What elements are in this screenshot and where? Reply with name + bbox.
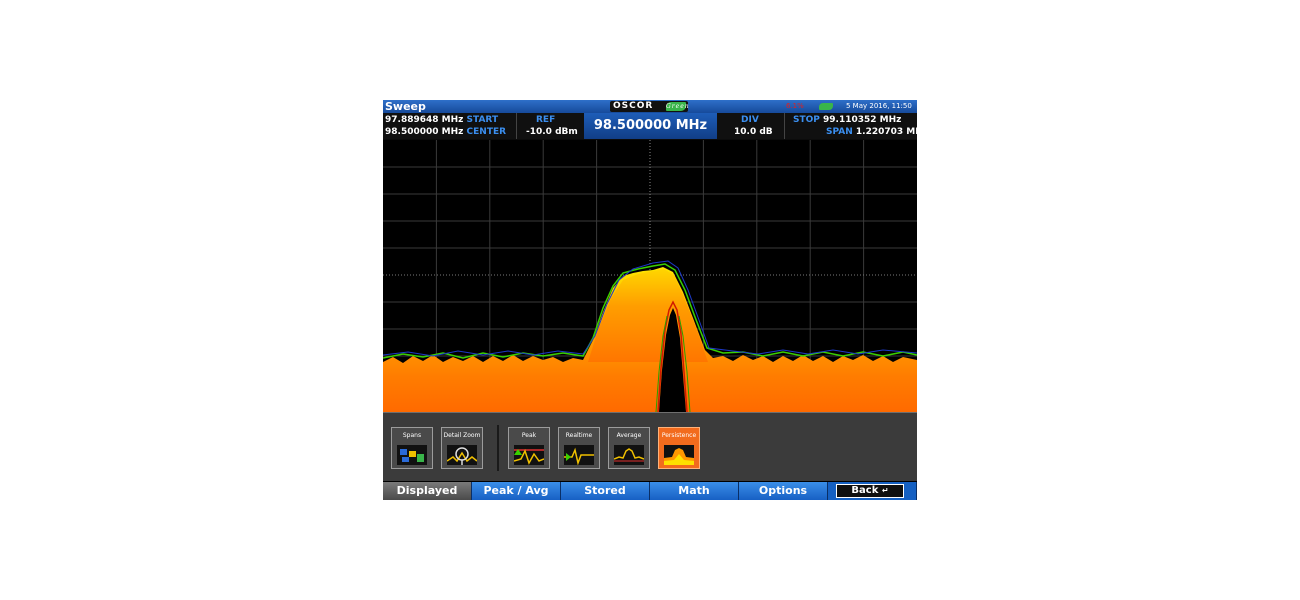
detail-zoom-tool[interactable]: Detail Zoom bbox=[441, 427, 483, 469]
status-indicator: 6.1% bbox=[786, 102, 804, 110]
ref-value[interactable]: -10.0 dBm bbox=[526, 126, 578, 138]
tool-divider bbox=[497, 425, 499, 471]
datetime: 5 May 2016, 11:50 bbox=[846, 102, 912, 110]
bottom-tab-bar: Displayed Peak / Avg Stored Math Options… bbox=[383, 481, 917, 500]
center-label: CENTER bbox=[466, 127, 507, 137]
stop-label: STOP bbox=[793, 115, 820, 125]
tab-math[interactable]: Math bbox=[650, 482, 739, 500]
frequency-info-bar: 97.889648 MHz START 98.500000 MHz CENTER… bbox=[383, 113, 917, 139]
ref-label: REF bbox=[536, 115, 556, 125]
average-label: Average bbox=[616, 432, 642, 439]
tab-stored[interactable]: Stored bbox=[561, 482, 650, 500]
divider bbox=[784, 113, 785, 139]
realtime-icon bbox=[564, 445, 594, 465]
logo-text: OSCOR bbox=[613, 101, 654, 111]
detail-zoom-label: Detail Zoom bbox=[443, 432, 481, 439]
spans-label: Spans bbox=[402, 432, 422, 439]
main-frequency[interactable]: 98.500000 MHz bbox=[584, 113, 717, 139]
center-value: 98.500000 MHz bbox=[385, 127, 464, 137]
tab-peak-avg[interactable]: Peak / Avg bbox=[472, 482, 561, 500]
span-readout[interactable]: SPAN 1.220703 MHz bbox=[826, 126, 917, 138]
spectrum-analyzer-screen: Sweep OSCOR Green 6.1% 5 May 2016, 11:50… bbox=[383, 100, 917, 500]
divider bbox=[516, 113, 517, 139]
tab-displayed[interactable]: Displayed bbox=[383, 482, 472, 500]
window-title: Sweep bbox=[385, 100, 426, 113]
logo-badge: Green bbox=[666, 102, 690, 111]
mini-leaf-icon bbox=[819, 103, 833, 110]
tab-options[interactable]: Options bbox=[739, 482, 828, 500]
average-tool[interactable]: Average bbox=[608, 427, 650, 469]
tool-panel: Spans Detail Zoom Peak Realtime Average … bbox=[383, 412, 917, 482]
title-bar: Sweep OSCOR Green 6.1% 5 May 2016, 11:50 bbox=[383, 100, 917, 113]
center-readout[interactable]: 98.500000 MHz CENTER bbox=[385, 126, 506, 138]
start-readout[interactable]: 97.889648 MHz START bbox=[385, 114, 498, 126]
persistence-icon bbox=[664, 445, 694, 465]
span-value: 1.220703 MHz bbox=[855, 127, 917, 137]
span-label: SPAN bbox=[826, 127, 853, 137]
start-label: START bbox=[466, 115, 499, 125]
peak-tool[interactable]: Peak bbox=[508, 427, 550, 469]
spans-tool[interactable]: Spans bbox=[391, 427, 433, 469]
start-value: 97.889648 MHz bbox=[385, 115, 464, 125]
spectrum-display[interactable] bbox=[383, 140, 917, 412]
magnifier-icon bbox=[447, 445, 477, 465]
back-button[interactable]: Back ↵ bbox=[828, 482, 917, 500]
div-value[interactable]: 10.0 dB bbox=[734, 126, 773, 138]
persistence-label: Persistence bbox=[661, 432, 697, 439]
average-icon bbox=[614, 445, 644, 465]
back-label: Back bbox=[851, 485, 879, 496]
peak-icon bbox=[514, 445, 544, 465]
realtime-label: Realtime bbox=[565, 432, 593, 439]
persistence-tool[interactable]: Persistence bbox=[658, 427, 700, 469]
div-label: DIV bbox=[741, 115, 759, 125]
oscor-logo: OSCOR Green bbox=[610, 101, 690, 112]
stop-value: 99.110352 MHz bbox=[823, 115, 902, 125]
return-icon: ↵ bbox=[881, 486, 889, 495]
realtime-tool[interactable]: Realtime bbox=[558, 427, 600, 469]
spans-icon bbox=[397, 445, 427, 465]
stop-readout[interactable]: STOP 99.110352 MHz bbox=[793, 114, 901, 126]
back-button-frame: Back ↵ bbox=[836, 484, 904, 498]
peak-label: Peak bbox=[521, 432, 537, 439]
